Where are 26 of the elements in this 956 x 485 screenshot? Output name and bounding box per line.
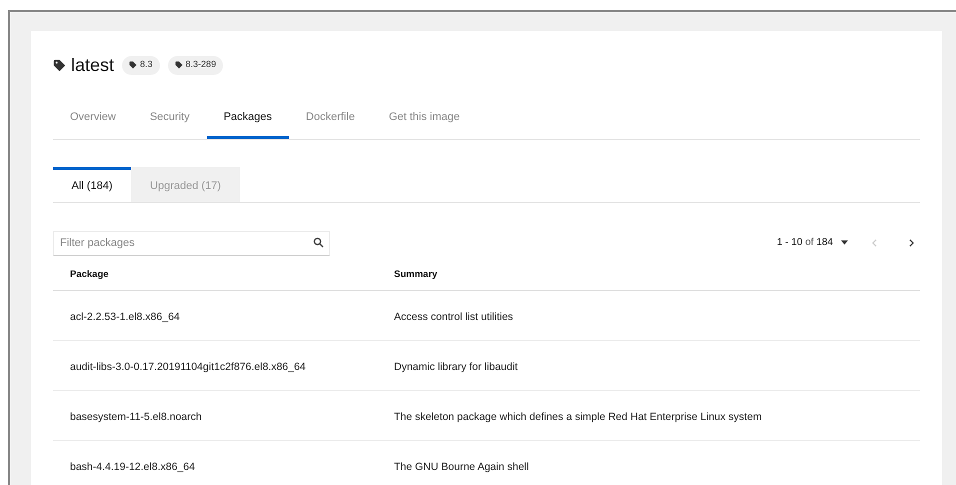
tab[interactable]: Security	[132, 95, 207, 139]
tab[interactable]: Packages	[206, 95, 289, 139]
search-icon	[313, 237, 324, 248]
tab[interactable]: Get this image	[372, 95, 477, 139]
filter-field[interactable]: Filter packages	[53, 230, 330, 256]
tag-badge: 8.3	[122, 56, 160, 74]
table-cell: bash-4.4.19-12.el8.x86_64	[70, 460, 195, 472]
subtab[interactable]: Upgraded (17)	[131, 167, 240, 202]
column-header: Package	[70, 268, 109, 280]
tab[interactable]: Dockerfile	[288, 95, 372, 139]
per-page-toggle[interactable]: 1 - 10 of 184	[776, 235, 848, 250]
table-cell: The GNU Bourne Again shell	[394, 460, 529, 472]
tag-icon	[53, 58, 66, 72]
table-cell: acl-2.2.53-1.el8.x86_64	[70, 310, 180, 322]
tag-icon	[174, 61, 183, 69]
tab[interactable]: Overview	[53, 95, 133, 139]
tag-badge: 8.3-289	[168, 56, 224, 74]
table-cell: The skeleton package which defines a simple Red Hat Enterprise Linux system	[394, 410, 762, 422]
table-cell: Dynamic library for libaudit	[394, 360, 518, 372]
table-cell: Access control list utilities	[394, 310, 514, 322]
table-cell: audit-libs-3.0-0.17.20191104git1c2f876.el8.x86_64	[70, 360, 306, 372]
tag-icon	[129, 61, 138, 69]
column-header: Summary	[394, 268, 438, 280]
image-tag-title: latest	[71, 54, 114, 76]
table-cell: basesystem-11-5.el8.noarch	[70, 410, 202, 422]
caret-icon	[841, 240, 848, 245]
